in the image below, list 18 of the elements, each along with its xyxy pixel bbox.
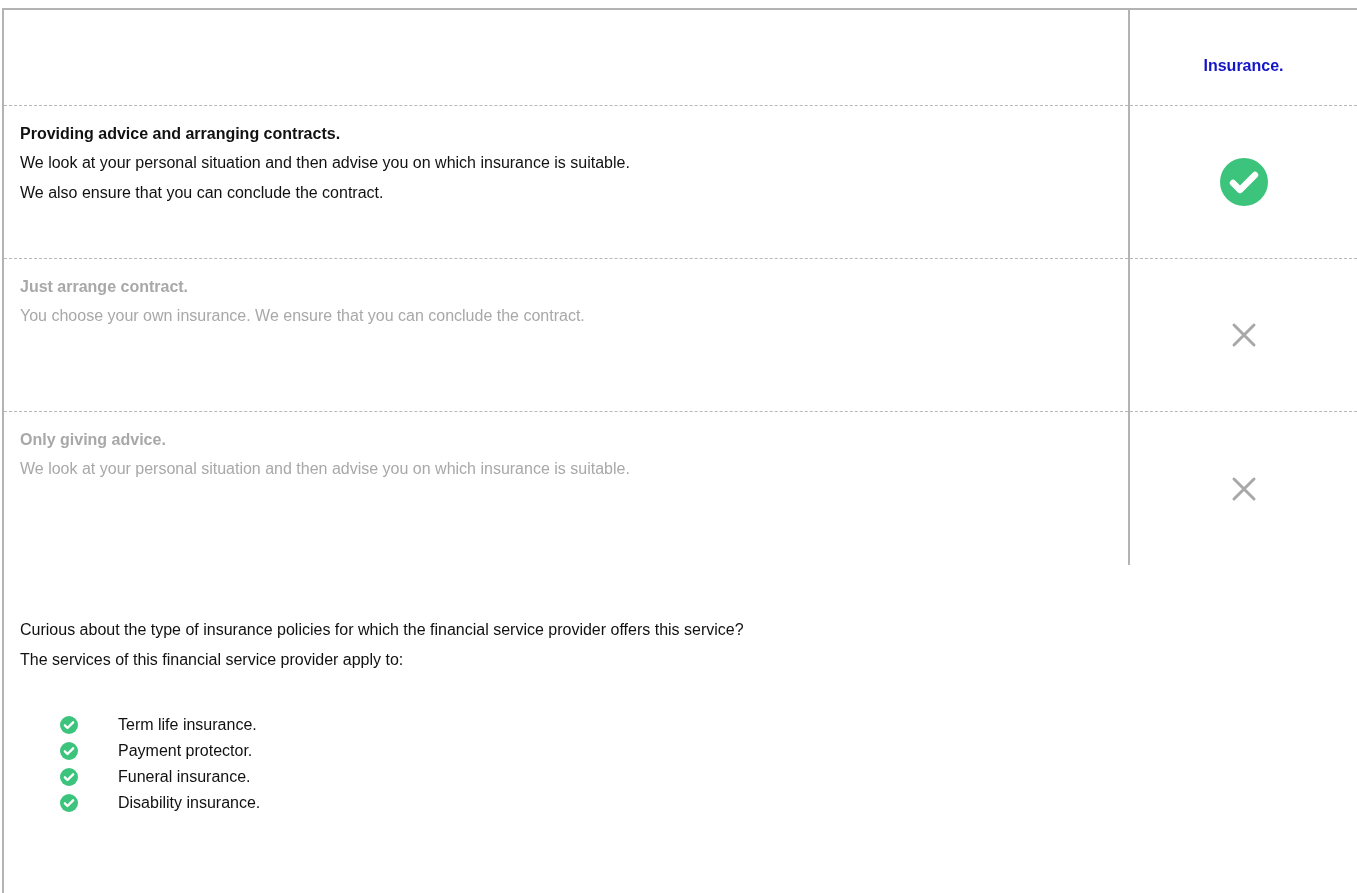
row-description: We look at your personal situation and then advise you on which insurance is suitable. <box>20 459 631 479</box>
policy-item: Disability insurance. <box>118 793 261 813</box>
intro-text: Curious about the type of insurance policies for which the financial service provider offers this service? <box>20 620 745 640</box>
row-description: We look at your personal situation and then advise you on which insurance is suitable. <box>20 153 631 173</box>
row-description: You choose your own insurance. We ensure that you can conclude the contract. <box>20 306 586 326</box>
policy-item: Term life insurance. <box>118 715 257 735</box>
row-title: Only giving advice. <box>20 430 167 450</box>
check-icon <box>60 716 78 734</box>
policy-item: Funeral insurance. <box>118 767 251 787</box>
policy-item: Payment protector. <box>118 741 253 761</box>
row-title: Providing advice and arranging contracts. <box>20 124 342 144</box>
check-icon <box>60 742 78 760</box>
intro-text: The services of this financial service provider apply to: <box>20 650 405 670</box>
column-header: Insurance. <box>1203 55 1284 76</box>
check-icon <box>60 794 78 812</box>
row-description: We also ensure that you can conclude the contract. <box>20 183 385 203</box>
row-title: Just arrange contract. <box>20 277 190 297</box>
check-icon <box>60 768 78 786</box>
